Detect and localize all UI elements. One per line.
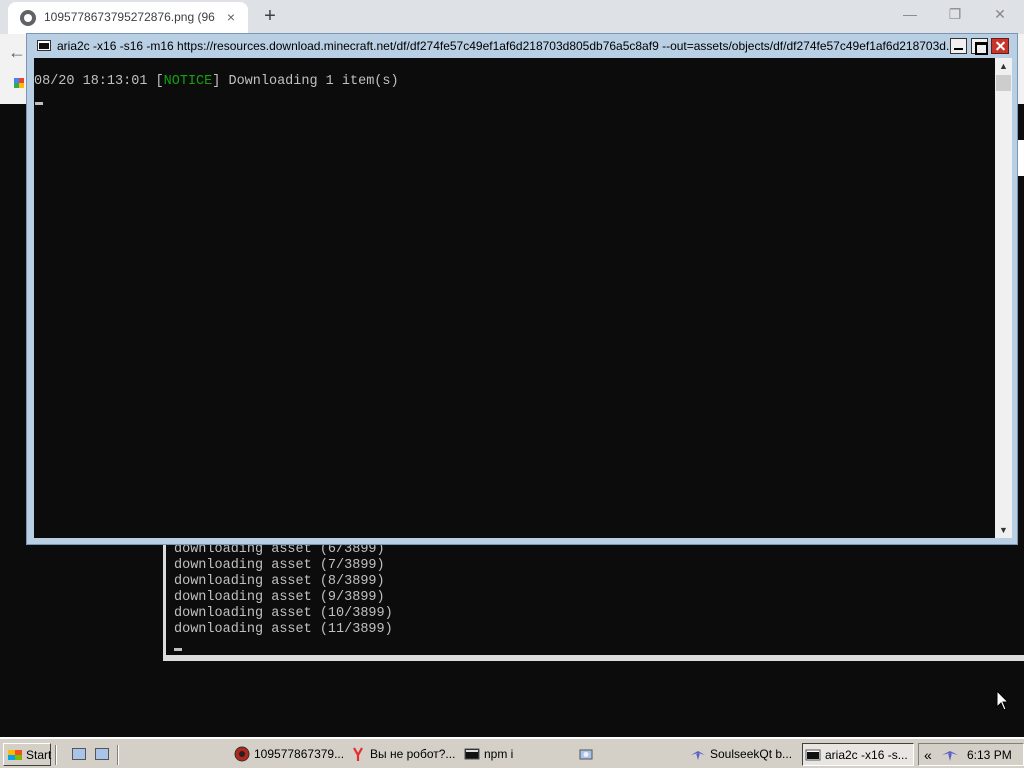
console-output-line: downloading asset (11/3899) bbox=[174, 622, 393, 637]
notice-tag: NOTICE bbox=[163, 74, 213, 89]
console-output-line: downloading asset (9/3899) bbox=[174, 590, 385, 605]
apps-icon[interactable] bbox=[14, 78, 24, 88]
start-label: Start bbox=[26, 748, 52, 762]
cmd-icon bbox=[464, 748, 480, 760]
browser-tabstrip: 1095778673795272876.png (96× × + — ❐ ✕ bbox=[0, 0, 1024, 34]
log-message: Downloading 1 item(s) bbox=[228, 74, 399, 89]
image-viewer-icon bbox=[234, 746, 250, 762]
new-tab-button[interactable]: + bbox=[258, 4, 282, 28]
background-console-output: downloading asset (6/3899) downloading as… bbox=[174, 542, 393, 638]
console-titlebar[interactable]: aria2c -x16 -s16 -m16 https://resources.… bbox=[27, 34, 1017, 58]
soulseek-bird-icon bbox=[691, 751, 705, 760]
log-bracket-close: ] bbox=[212, 74, 221, 89]
taskbar-separator bbox=[55, 745, 57, 765]
console-output-line: downloading asset (7/3899) bbox=[174, 558, 385, 573]
scroll-down-arrow-icon[interactable]: ▼ bbox=[995, 522, 1012, 538]
scroll-up-arrow-icon[interactable]: ▲ bbox=[995, 58, 1012, 74]
browser-close-button[interactable]: ✕ bbox=[980, 4, 1020, 24]
system-tray: « 6:13 PM bbox=[918, 743, 1024, 766]
yandex-icon bbox=[353, 747, 363, 761]
tab-close-button[interactable]: × bbox=[222, 8, 240, 26]
desktop-screen: 1095778673795272876.png (96× × + — ❐ ✕ ←… bbox=[0, 0, 1024, 768]
task-window[interactable] bbox=[576, 743, 686, 766]
task-label: SoulseekQt b... bbox=[710, 747, 793, 761]
log-bracket-open: [ bbox=[155, 74, 164, 89]
console-scrollbar[interactable]: ▲ ▼ bbox=[995, 58, 1012, 538]
browser-tab[interactable]: 1095778673795272876.png (96× × bbox=[8, 2, 248, 34]
task-browser-captcha[interactable]: Вы не робот?... bbox=[348, 743, 458, 766]
task-label: npm i bbox=[484, 747, 514, 761]
window-icon bbox=[579, 749, 593, 760]
task-soulseek[interactable]: SoulseekQt b... bbox=[688, 743, 800, 766]
cmd-icon bbox=[805, 749, 821, 761]
task-label: 109577867379... bbox=[254, 747, 344, 761]
text-cursor bbox=[35, 102, 43, 105]
log-timestamp: 08/20 18:13:01 bbox=[34, 74, 148, 89]
aria2c-console-window: aria2c -x16 -s16 -m16 https://resources.… bbox=[26, 33, 1018, 545]
text-cursor bbox=[174, 648, 182, 651]
task-npm-console[interactable]: npm i bbox=[462, 743, 572, 766]
close-button[interactable] bbox=[991, 38, 1009, 54]
mouse-pointer-icon bbox=[996, 690, 1010, 711]
browser-minimize-button[interactable]: — bbox=[890, 4, 930, 24]
console-output-area[interactable]: 08/20 18:13:01 [NOTICE] Downloading 1 it… bbox=[34, 58, 995, 538]
taskbar: Start 109577867379... Вы не робот?... np… bbox=[0, 737, 1024, 768]
task-label: aria2c -x16 -s... bbox=[825, 748, 908, 762]
clock[interactable]: 6:13 PM bbox=[967, 748, 1012, 762]
tray-expand-icon[interactable]: « bbox=[924, 747, 932, 763]
task-aria2c-console[interactable]: aria2c -x16 -s... bbox=[802, 743, 914, 766]
soulseek-tray-icon[interactable] bbox=[941, 748, 959, 762]
console-icon[interactable] bbox=[37, 40, 51, 51]
windows-logo-icon bbox=[8, 750, 22, 760]
console-output-line: downloading asset (10/3899) bbox=[174, 606, 393, 621]
browser-tab-title: 1095778673795272876.png (96× bbox=[44, 10, 216, 24]
globe-icon bbox=[20, 10, 36, 26]
background-console: downloading asset (6/3899) downloading as… bbox=[163, 540, 1024, 661]
browser-scrollbar-fragment bbox=[1018, 140, 1024, 176]
taskbar-separator bbox=[117, 745, 119, 765]
console-title: aria2c -x16 -s16 -m16 https://resources.… bbox=[57, 39, 956, 53]
back-button[interactable]: ← bbox=[8, 42, 26, 63]
show-desktop-icon[interactable] bbox=[72, 748, 86, 760]
console-log-line: 08/20 18:13:01 [NOTICE] Downloading 1 it… bbox=[34, 74, 399, 90]
quick-launch-window-icon[interactable] bbox=[95, 748, 109, 760]
task-label: Вы не робот?... bbox=[370, 747, 456, 761]
minimize-button[interactable] bbox=[950, 38, 967, 54]
console-output-line: downloading asset (8/3899) bbox=[174, 574, 385, 589]
start-button[interactable]: Start bbox=[3, 743, 51, 766]
maximize-button[interactable] bbox=[971, 38, 988, 55]
scrollbar-thumb[interactable] bbox=[996, 75, 1011, 91]
task-image-viewer[interactable]: 109577867379... bbox=[232, 743, 344, 766]
browser-restore-button[interactable]: ❐ bbox=[935, 4, 975, 24]
